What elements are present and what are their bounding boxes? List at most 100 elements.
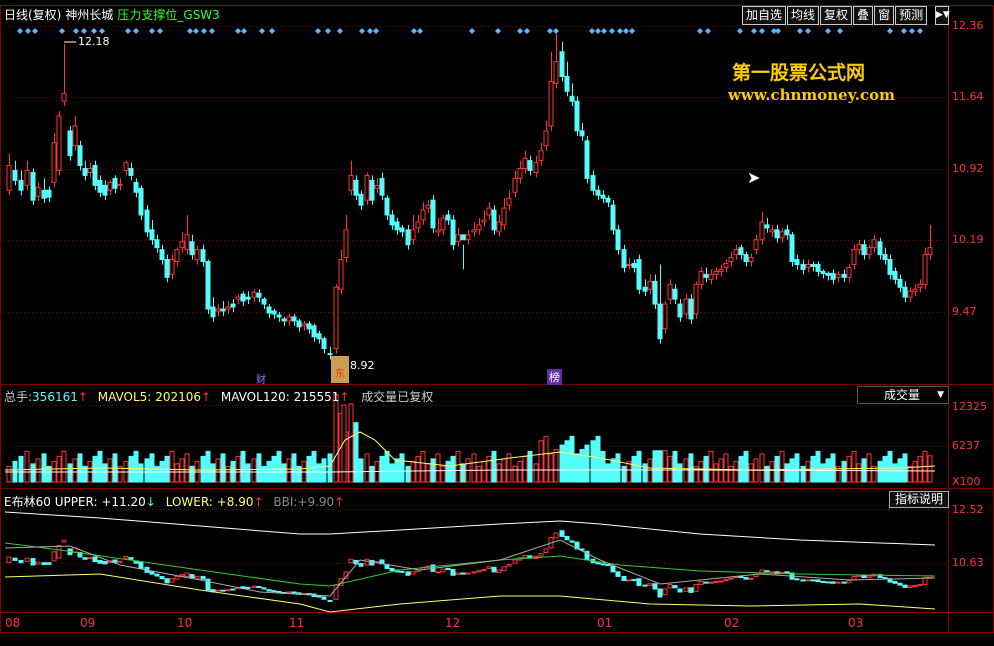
- toolbar: 加自选 均线 复权 叠 窗 预测: [742, 6, 928, 26]
- volume-indicator-select[interactable]: 成交量 ▼: [857, 386, 949, 404]
- volume-bar: [379, 455, 385, 483]
- forecast-button[interactable]: 预测: [895, 6, 928, 25]
- boll-tick: 12.52: [952, 503, 984, 516]
- volume-bar: [733, 460, 739, 483]
- ma-button[interactable]: 均线: [787, 6, 820, 25]
- candlestick-body: [164, 259, 170, 278]
- signal-diamond: [825, 28, 831, 34]
- volume-bar: [887, 450, 893, 483]
- date-tick: 01: [597, 616, 613, 630]
- boll-candle: [486, 566, 492, 569]
- volume-bar: [353, 422, 359, 483]
- up-arrow-icon: ↑: [201, 390, 212, 404]
- volume-bar: [559, 444, 565, 483]
- candlestick-body: [789, 234, 795, 263]
- candlestick-body: [369, 179, 375, 201]
- indicator-help-button[interactable]: 指标说明: [889, 491, 949, 508]
- volume-bar: [533, 463, 539, 483]
- boll-name: E布林60: [4, 495, 51, 509]
- volume-bar: [759, 453, 765, 483]
- volume-bar: [61, 450, 67, 483]
- volume-bar: [455, 450, 461, 483]
- period-label: 日线(复权): [4, 8, 62, 22]
- event-tag[interactable]: 东: [331, 356, 349, 383]
- candlestick-body: [794, 259, 800, 265]
- volume-bar: [784, 463, 790, 483]
- signal-diamond: [737, 28, 743, 34]
- boll-candle: [683, 587, 689, 592]
- event-tag[interactable]: 财: [256, 371, 266, 386]
- boll-candle: [564, 535, 570, 541]
- boll-candle: [810, 579, 816, 582]
- signal-diamond: [235, 28, 241, 34]
- boll-candle: [87, 557, 93, 560]
- volume-bar: [841, 460, 847, 483]
- chart-header: 日线(复权) 神州长城 压力支撑位_GSW3: [0, 6, 220, 26]
- candlestick-body: [574, 100, 580, 132]
- volume-bar: [41, 453, 47, 483]
- volume-bar: [364, 453, 370, 483]
- boll-candle: [723, 579, 729, 582]
- candlestick-body: [333, 286, 339, 350]
- volume-bar: [102, 463, 108, 483]
- watermark-url: www.chnmoney.com: [728, 86, 895, 104]
- up-arrow-icon: ↑: [339, 390, 350, 404]
- volume-bar: [667, 455, 673, 483]
- boll-candle: [138, 561, 144, 569]
- boll-candle: [215, 589, 221, 592]
- candlestick-body: [471, 229, 477, 233]
- volume-bar: [657, 450, 663, 483]
- overlay-button[interactable]: 叠: [853, 6, 874, 25]
- volume-bar: [144, 458, 150, 483]
- candlestick-body: [626, 263, 632, 266]
- volume-bar: [491, 450, 497, 483]
- candlestick-body: [861, 244, 867, 256]
- adjust-button[interactable]: 复权: [820, 6, 853, 25]
- boll-candle: [522, 554, 528, 559]
- volume-bar: [907, 465, 913, 483]
- date-tick: 11: [289, 616, 305, 630]
- panel-menu-button[interactable]: ▶▼: [935, 6, 950, 25]
- candlestick-body: [138, 187, 144, 216]
- volume-bar: [652, 450, 658, 483]
- date-tick: 09: [80, 616, 96, 630]
- boll-candle: [291, 591, 297, 594]
- candlestick-body: [642, 286, 648, 292]
- indicator-name[interactable]: 压力支撑位_GSW3: [117, 8, 219, 22]
- boll-candle: [200, 575, 206, 580]
- candlestick-body: [338, 259, 344, 290]
- boll-candle: [189, 574, 195, 579]
- candlestick-body: [394, 221, 400, 231]
- boll-candle: [897, 582, 903, 586]
- candlestick-body: [56, 115, 62, 171]
- volume-bar: [728, 465, 734, 483]
- volume-bar: [564, 440, 570, 483]
- volume-bar: [708, 450, 714, 483]
- candlestick-body: [112, 177, 118, 189]
- volume-bar: [672, 450, 678, 483]
- volume-bar: [92, 455, 98, 483]
- mavol5-label: MAVOL5:: [97, 390, 152, 404]
- mavol5-value: 202106: [155, 390, 201, 404]
- signal-diamond: [99, 28, 105, 34]
- add-watchlist-button[interactable]: 加自选: [742, 6, 787, 25]
- candlestick-body: [779, 231, 785, 239]
- boll-candle: [41, 562, 47, 566]
- window-button[interactable]: 窗: [874, 6, 895, 25]
- candlestick-body: [713, 270, 719, 275]
- candlestick-body: [866, 247, 872, 256]
- signal-diamond: [837, 28, 843, 34]
- candlestick-body: [657, 303, 663, 340]
- boll-candle: [912, 585, 918, 588]
- candlestick-body: [667, 283, 673, 300]
- boll-candle: [266, 589, 272, 592]
- event-tag[interactable]: 榜: [547, 369, 562, 385]
- volume-bar: [538, 440, 544, 483]
- volume-bar: [779, 450, 785, 483]
- volume-bar: [677, 463, 683, 483]
- candlestick-body: [805, 263, 811, 268]
- boll-candle: [82, 557, 88, 560]
- volume-bar: [882, 455, 888, 483]
- signal-diamond: [629, 28, 635, 34]
- candlestick-body: [748, 257, 754, 263]
